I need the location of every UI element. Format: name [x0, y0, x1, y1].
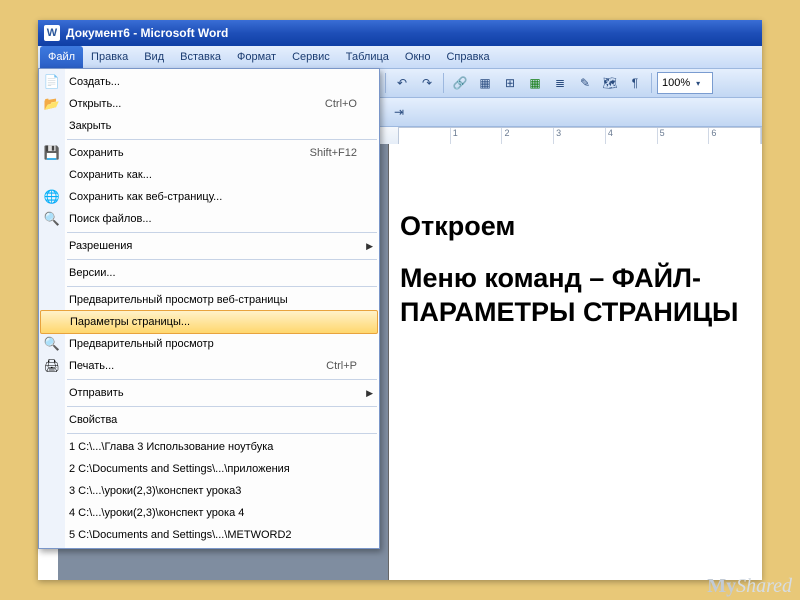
separator — [651, 73, 652, 93]
mi-close[interactable]: Закрыть — [39, 115, 379, 137]
print-icon: 🖨 — [43, 357, 61, 375]
show-marks-icon[interactable]: ¶ — [624, 72, 646, 94]
mi-label: Поиск файлов... — [69, 213, 152, 225]
menu-separator — [67, 259, 377, 260]
mi-web-preview[interactable]: Предварительный просмотр веб-страницы — [39, 289, 379, 311]
instruction-callout: Откроем Меню команд – ФАЙЛ- ПАРАМЕТРЫ СТ… — [400, 210, 770, 347]
mi-label: Версии... — [69, 267, 116, 279]
mi-properties[interactable]: Свойства — [39, 409, 379, 431]
callout-line-1: Откроем — [400, 210, 770, 244]
menu-file[interactable]: Файл — [40, 46, 83, 68]
web-icon: 🌐 — [43, 188, 61, 206]
undo-icon[interactable]: ↶ — [391, 72, 413, 94]
mi-versions[interactable]: Версии... — [39, 262, 379, 284]
mi-label: 4 C:\...\уроки(2,3)\конспект урока 4 — [69, 507, 244, 519]
mi-label: 1 C:\...\Глава 3 Использование ноутбука — [69, 441, 273, 453]
doc-map-icon[interactable]: 🗺 — [599, 72, 621, 94]
separator — [385, 73, 386, 93]
menu-window[interactable]: Окно — [397, 46, 439, 68]
mi-recent-1[interactable]: 1 C:\...\Глава 3 Использование ноутбука — [39, 436, 379, 458]
excel-icon[interactable]: ▦ — [524, 72, 546, 94]
redo-icon[interactable]: ↷ — [416, 72, 438, 94]
zoom-combo[interactable]: 100% ▾ — [657, 72, 713, 94]
mi-label: Печать... — [69, 360, 114, 372]
drawing-icon[interactable]: ✎ — [574, 72, 596, 94]
columns-icon[interactable]: ≣ — [549, 72, 571, 94]
hyperlink-icon[interactable]: 🔗 — [449, 72, 471, 94]
shortcut: Shift+F12 — [310, 147, 357, 159]
mi-label: Сохранить как... — [69, 169, 152, 181]
increase-indent-icon[interactable]: ⇥ — [388, 101, 410, 123]
menu-separator — [67, 139, 377, 140]
search-icon: 🔍 — [43, 210, 61, 228]
insert-table-icon[interactable]: ⊞ — [499, 72, 521, 94]
mi-label: Открыть... — [69, 98, 121, 110]
chevron-down-icon: ▾ — [696, 79, 700, 88]
menu-bar: Файл Правка Вид Вставка Формат Сервис Та… — [38, 46, 762, 69]
mi-print-preview[interactable]: 🔍 Предварительный просмотр — [39, 333, 379, 355]
open-icon: 📂 — [43, 95, 61, 113]
menu-insert[interactable]: Вставка — [172, 46, 229, 68]
menu-separator — [67, 433, 377, 434]
menu-edit[interactable]: Правка — [83, 46, 136, 68]
mi-save-as-web[interactable]: 🌐 Сохранить как веб-страницу... — [39, 186, 379, 208]
new-icon: 📄 — [43, 73, 61, 91]
mi-label: Закрыть — [69, 120, 111, 132]
mi-print[interactable]: 🖨 Печать... Ctrl+P — [39, 355, 379, 377]
mi-send[interactable]: Отправить ▶ — [39, 382, 379, 404]
save-icon: 💾 — [43, 144, 61, 162]
mi-permissions[interactable]: Разрешения ▶ — [39, 235, 379, 257]
print-preview-icon: 🔍 — [43, 335, 61, 353]
mi-label: Свойства — [69, 414, 117, 426]
watermark: MyShared — [707, 575, 792, 598]
mi-label: Разрешения — [69, 240, 132, 252]
mi-file-search[interactable]: 🔍 Поиск файлов... — [39, 208, 379, 230]
mi-label: Параметры страницы... — [70, 316, 190, 328]
zoom-value: 100% — [662, 77, 690, 89]
mi-recent-5[interactable]: 5 C:\Documents and Settings\...\METWORD2 — [39, 524, 379, 546]
separator — [443, 73, 444, 93]
menu-table[interactable]: Таблица — [338, 46, 397, 68]
mi-recent-4[interactable]: 4 C:\...\уроки(2,3)\конспект урока 4 — [39, 502, 379, 524]
window-title: Документ6 - Microsoft Word — [66, 26, 228, 40]
mi-new[interactable]: 📄 Создать... — [39, 71, 379, 93]
menu-format[interactable]: Формат — [229, 46, 284, 68]
tables-borders-icon[interactable]: ▦ — [474, 72, 496, 94]
shortcut: Ctrl+P — [326, 360, 357, 372]
mi-label: 3 C:\...\уроки(2,3)\конспект урока3 — [69, 485, 241, 497]
mi-save[interactable]: 💾 Сохранить Shift+F12 — [39, 142, 379, 164]
word-app-icon: W — [44, 25, 60, 41]
submenu-arrow-icon: ▶ — [366, 388, 373, 399]
mi-label: Создать... — [69, 76, 120, 88]
menu-separator — [67, 406, 377, 407]
menu-separator — [67, 286, 377, 287]
callout-line-2: Меню команд – ФАЙЛ- ПАРАМЕТРЫ СТРАНИЦЫ — [400, 262, 770, 330]
menu-help[interactable]: Справка — [438, 46, 497, 68]
mi-label: 5 C:\Documents and Settings\...\METWORD2 — [69, 529, 292, 541]
mi-label: 2 C:\Documents and Settings\...\приложен… — [69, 463, 290, 475]
menu-tools[interactable]: Сервис — [284, 46, 338, 68]
submenu-arrow-icon: ▶ — [366, 241, 373, 252]
mi-label: Предварительный просмотр — [69, 338, 214, 350]
mi-open[interactable]: 📂 Открыть... Ctrl+O — [39, 93, 379, 115]
mi-save-as[interactable]: Сохранить как... — [39, 164, 379, 186]
mi-label: Сохранить — [69, 147, 124, 159]
mi-label: Сохранить как веб-страницу... — [69, 191, 222, 203]
mi-recent-3[interactable]: 3 C:\...\уроки(2,3)\конспект урока3 — [39, 480, 379, 502]
mi-label: Предварительный просмотр веб-страницы — [69, 294, 288, 306]
mi-label: Отправить — [69, 387, 124, 399]
shortcut: Ctrl+O — [325, 98, 357, 110]
mi-recent-2[interactable]: 2 C:\Documents and Settings\...\приложен… — [39, 458, 379, 480]
menu-separator — [67, 379, 377, 380]
title-bar: W Документ6 - Microsoft Word — [38, 20, 762, 46]
menu-separator — [67, 232, 377, 233]
file-dropdown-menu: 📄 Создать... 📂 Открыть... Ctrl+O Закрыть 💾 С… — [38, 68, 380, 549]
menu-view[interactable]: Вид — [136, 46, 172, 68]
mi-page-setup[interactable]: Параметры страницы... — [40, 310, 378, 334]
